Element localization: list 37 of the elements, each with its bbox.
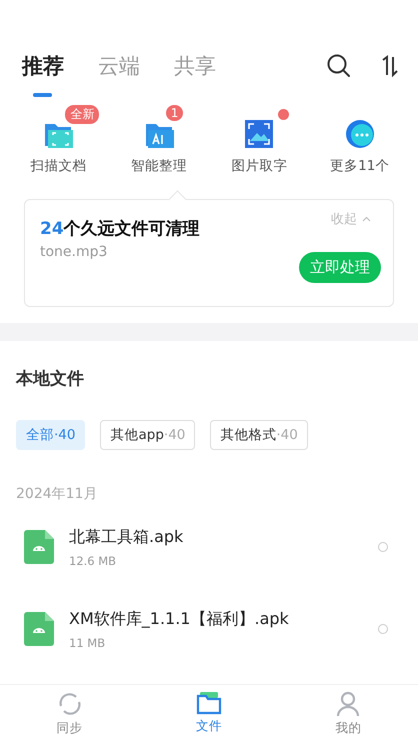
tool-item[interactable]: 1 智能整理 [108,105,209,175]
file-name: XM软件库_1.1.1【福利】.apk [69,608,290,630]
image-scan-icon [244,119,274,149]
nav-item[interactable]: 我的 [308,691,388,743]
search-icon[interactable] [326,53,352,79]
file-size: 11 MB [69,636,106,650]
date-heading: 2024年11月 [16,485,98,503]
sync-icon [56,691,83,717]
nav-item[interactable]: 文件 [168,691,249,743]
folder-icon [196,691,222,715]
tool-item[interactable]: 全新 扫描文档 [8,105,108,175]
file-size: 12.6 MB [69,554,118,568]
select-radio[interactable] [378,542,388,552]
filter-chip[interactable]: 其他格式·40 [210,420,308,450]
tab[interactable]: 云端 [98,52,140,94]
more-icon [344,119,375,149]
apk-file-icon [24,530,54,564]
section-title: 本地文件 [16,368,85,390]
tab[interactable]: 共享 [174,52,216,94]
file-name: 北幕工具箱.apk [69,526,184,548]
apk-file-icon [24,612,54,646]
filter-chip[interactable]: 其他app·40 [100,420,196,450]
sort-icon[interactable] [380,54,400,78]
caret-icon [362,216,371,222]
badge: 1 [166,105,184,121]
tab[interactable]: 推荐 [22,52,64,94]
cleanup-title: 24个久远文件可清理 [40,218,200,240]
file-name: tone.mp3 [40,244,108,260]
nav-item[interactable]: 同步 [30,691,110,743]
select-radio[interactable] [378,624,388,634]
process-button[interactable]: 立即处理 [299,252,381,283]
tool-item[interactable]: 图片取字 [209,105,310,175]
badge: 全新 [65,105,100,124]
filter-chip[interactable]: 全部·40 [16,420,86,450]
notification-dot [278,109,290,120]
person-icon [336,691,360,717]
tool-item[interactable]: 更多11个 [310,105,410,175]
